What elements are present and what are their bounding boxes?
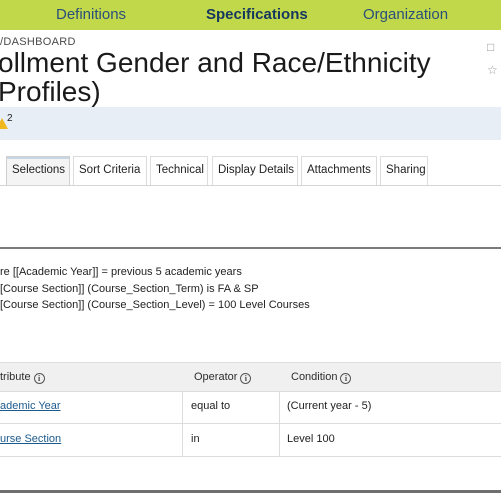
tab-bar-divider <box>0 185 501 186</box>
page-title-line-2: Profiles) <box>0 76 101 107</box>
info-icon[interactable]: i <box>240 373 252 384</box>
column-header-condition: Condition i <box>291 371 352 384</box>
column-divider <box>182 392 183 456</box>
selection-summary-line: re [[Academic Year]] = previous 5 academ… <box>0 266 242 278</box>
condition-cell: Level 100 <box>287 433 335 445</box>
row-divider <box>0 456 501 457</box>
condition-cell: (Current year - 5) <box>287 400 372 412</box>
info-icon[interactable]: i <box>33 373 45 384</box>
column-header-label: tribute <box>0 371 31 383</box>
alert-strip <box>0 107 501 140</box>
column-header-operator: Operator i <box>194 371 252 384</box>
tab-technical[interactable]: Technical <box>150 156 208 186</box>
tab-display-details[interactable]: Display Details <box>212 156 298 186</box>
selection-summary-line: [Course Section]] (Course_Section_Term) … <box>0 283 259 295</box>
tab-attachments[interactable]: Attachments <box>301 156 377 186</box>
column-header-label: Condition <box>291 371 338 383</box>
column-header-label: Operator <box>194 371 238 383</box>
selection-summary-line: [Course Section]] (Course_Section_Level)… <box>0 299 310 311</box>
page-title-line-1: ollment Gender and Race/Ethnicity <box>0 47 431 78</box>
star-icon[interactable]: ☆ <box>487 64 499 76</box>
tab-sort-criteria[interactable]: Sort Criteria <box>73 156 147 186</box>
operator-cell: equal to <box>191 400 231 412</box>
tab-selections[interactable]: Selections <box>6 156 70 186</box>
page-title: ollment Gender and Race/Ethnicity Profil… <box>0 48 453 106</box>
operator-cell: in <box>191 433 200 445</box>
nav-definitions[interactable]: Definitions <box>56 6 126 23</box>
comment-icon[interactable]: □ <box>487 41 499 53</box>
top-nav: Definitions Specifications Organization <box>0 0 501 30</box>
section-divider <box>0 247 501 249</box>
column-divider <box>279 392 280 456</box>
attribute-link[interactable]: urse Section <box>0 433 61 445</box>
bottom-divider <box>0 490 501 493</box>
warning-count: 2 <box>7 113 13 124</box>
nav-specifications[interactable]: Specifications <box>206 6 308 23</box>
tab-sharing[interactable]: Sharing <box>380 156 428 186</box>
info-icon[interactable]: i <box>340 373 352 384</box>
nav-organization[interactable]: Organization <box>363 6 448 23</box>
column-header-attribute: tribute i <box>0 371 45 384</box>
row-divider <box>0 423 501 424</box>
attribute-link[interactable]: ademic Year <box>0 400 61 412</box>
